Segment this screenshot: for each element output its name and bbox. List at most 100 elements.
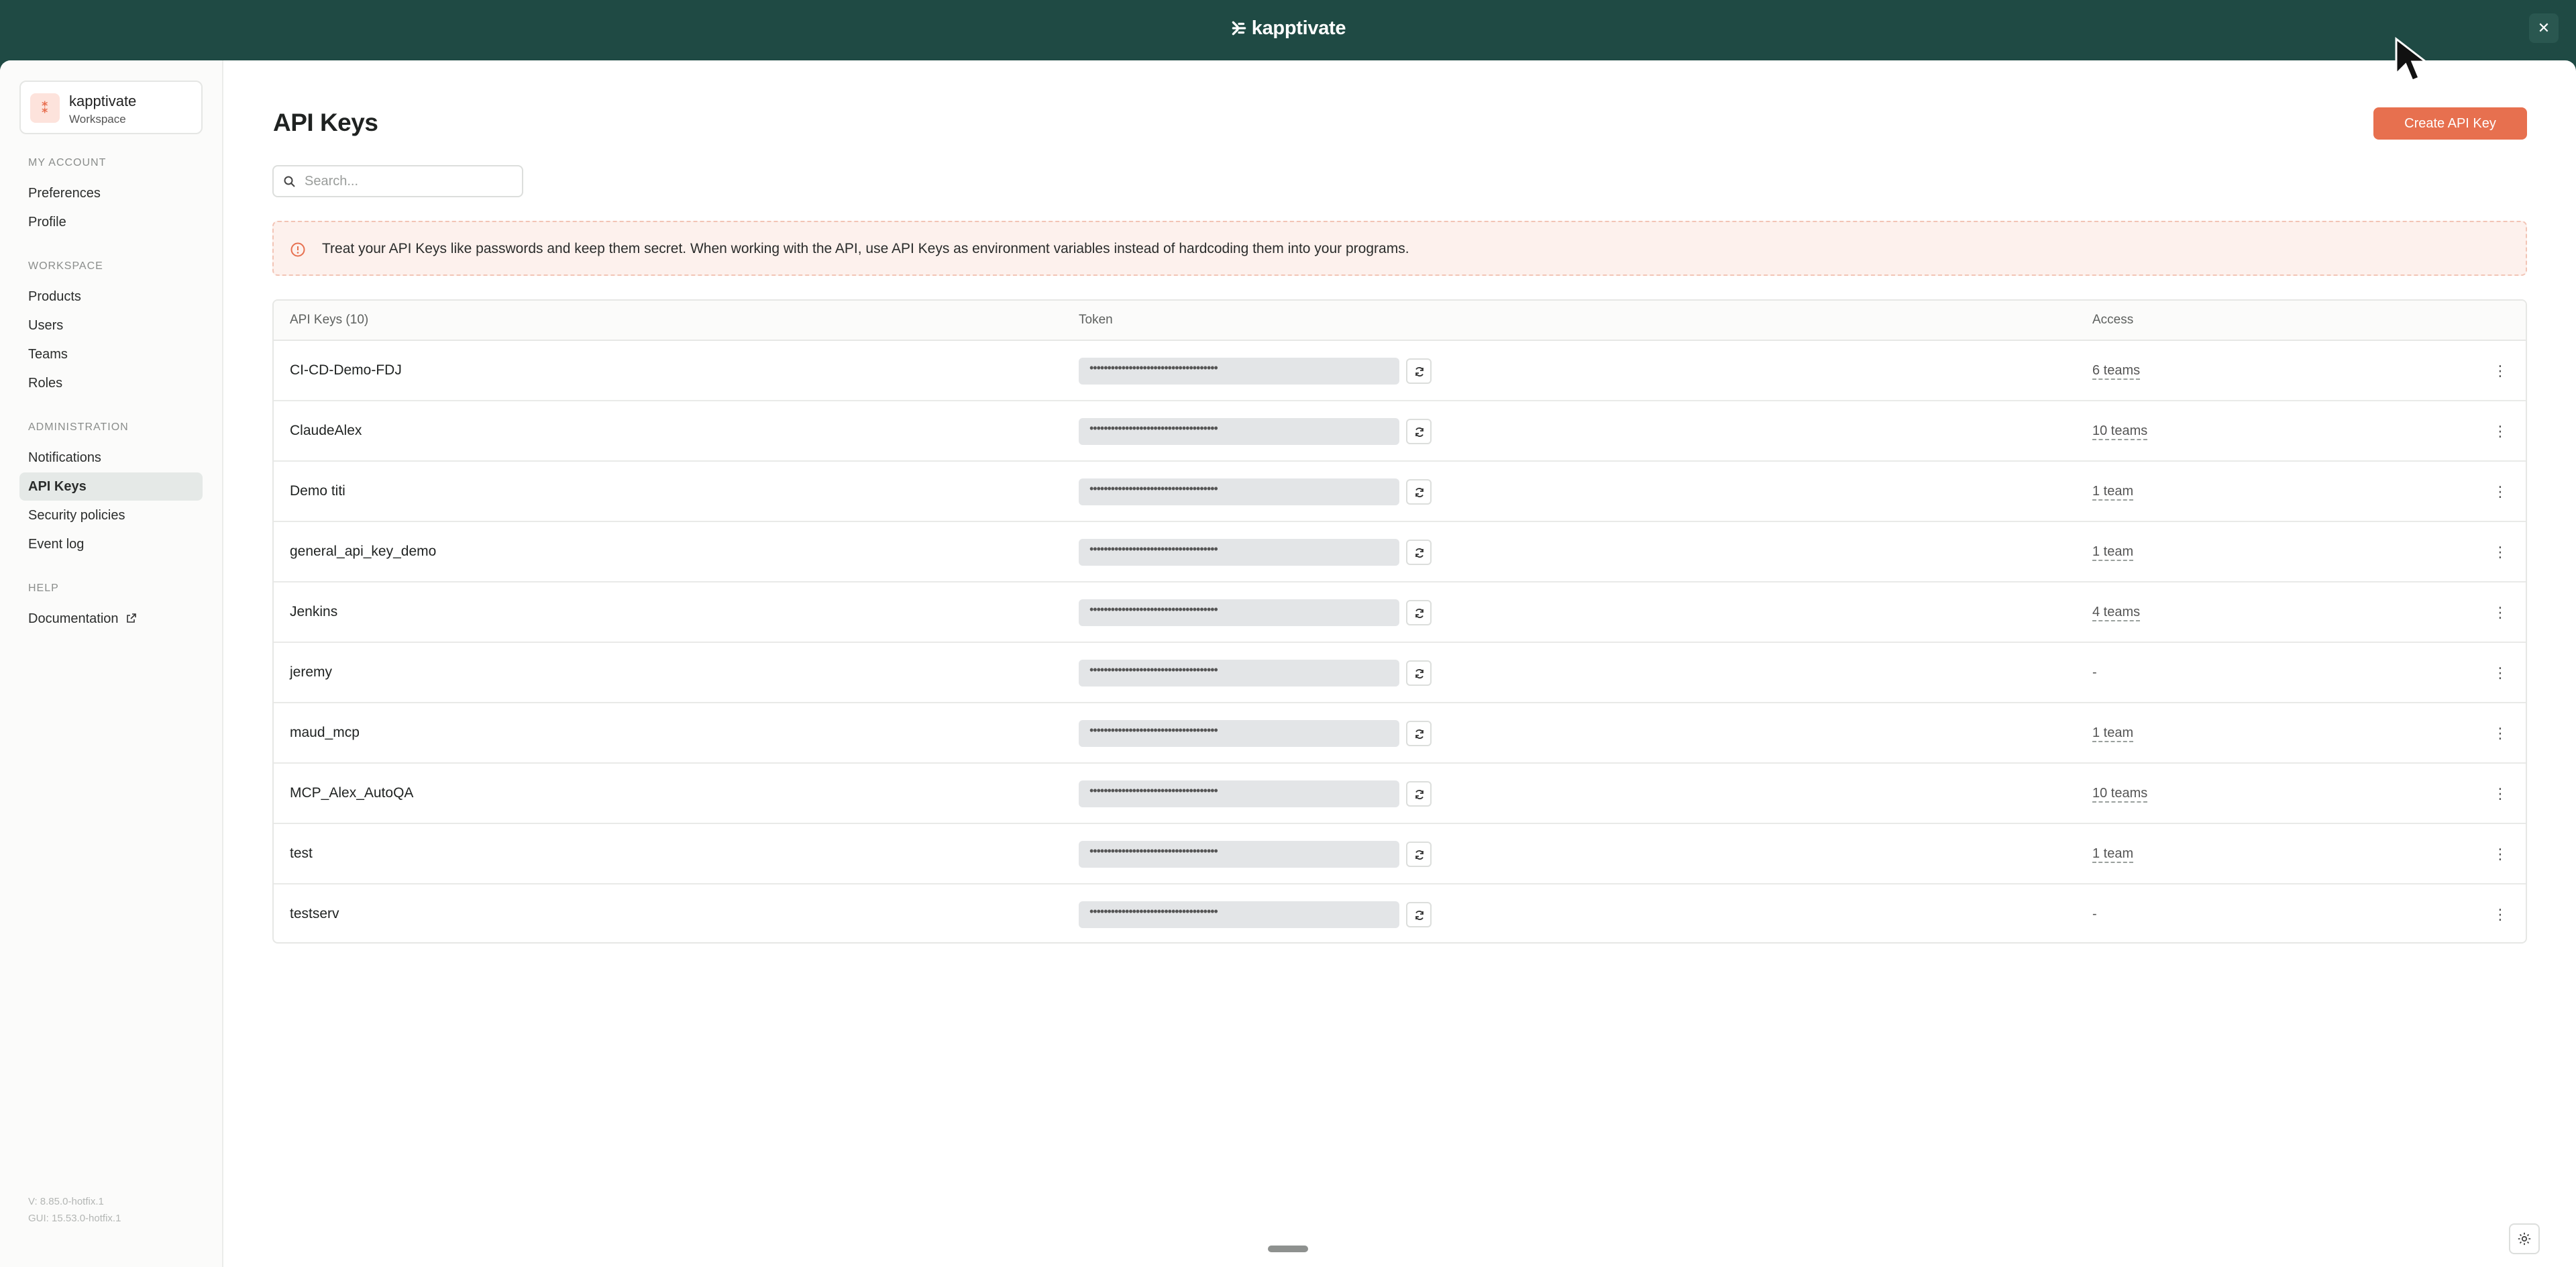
regenerate-token-button[interactable] [1406, 479, 1432, 505]
brand-name: kapptivate [1251, 17, 1346, 39]
settings-window: ⁑ kapptivate Workspace MY ACCOUNT Prefer… [0, 60, 2576, 1267]
search-box[interactable] [272, 165, 523, 197]
sidebar-item-users[interactable]: Users [19, 311, 203, 340]
regenerate-token-button[interactable] [1406, 540, 1432, 565]
token-field[interactable]: •••••••••••••••••••••••••••••••••••• [1079, 780, 1399, 807]
access-teams-link[interactable]: 1 team [2092, 544, 2134, 561]
api-key-name: testserv [290, 906, 339, 921]
brand: kapptivate [0, 17, 2576, 40]
row-actions-menu-button[interactable]: ⋮ [2493, 361, 2508, 381]
table-row[interactable]: jeremy ••••••••••••••••••••••••••••••••••… [274, 643, 2526, 703]
mouse-cursor-icon [2392, 36, 2432, 88]
regenerate-token-button[interactable] [1406, 781, 1432, 807]
masked-token: •••••••••••••••••••••••••••••••••••• [1089, 603, 1218, 616]
token-field[interactable]: •••••••••••••••••••••••••••••••••••• [1079, 720, 1399, 747]
row-actions-menu-button[interactable]: ⋮ [2493, 784, 2508, 804]
masked-token: •••••••••••••••••••••••••••••••••••• [1089, 421, 1218, 435]
token-field[interactable]: •••••••••••••••••••••••••••••••••••• [1079, 418, 1399, 445]
token-field[interactable]: •••••••••••••••••••••••••••••••••••• [1079, 539, 1399, 566]
table-row[interactable]: ClaudeAlex ••••••••••••••••••••••••••••••… [274, 401, 2526, 462]
masked-token: •••••••••••••••••••••••••••••••••••• [1089, 784, 1218, 797]
table-row[interactable]: testserv ••••••••••••••••••••••••••••••••… [274, 884, 2526, 942]
masked-token: •••••••••••••••••••••••••••••••••••• [1089, 723, 1218, 737]
sidebar-item-api-keys[interactable]: API Keys [19, 472, 203, 501]
row-actions-menu-button[interactable]: ⋮ [2493, 603, 2508, 623]
regenerate-token-button[interactable] [1406, 419, 1432, 444]
sidebar-item-teams[interactable]: Teams [19, 340, 203, 368]
regenerate-token-button[interactable] [1406, 842, 1432, 867]
token-field[interactable]: •••••••••••••••••••••••••••••••••••• [1079, 599, 1399, 626]
nav-section-workspace: WORKSPACE [28, 260, 103, 272]
workspace-switcher[interactable]: ⁑ kapptivate Workspace [19, 81, 203, 134]
row-actions-menu-button[interactable]: ⋮ [2493, 844, 2508, 864]
regenerate-token-button[interactable] [1406, 358, 1432, 384]
access-teams-link[interactable]: 10 teams [2092, 423, 2148, 440]
row-actions-menu-button[interactable]: ⋮ [2493, 542, 2508, 562]
sidebar-item-event-log[interactable]: Event log [19, 530, 203, 558]
sidebar-item-preferences[interactable]: Preferences [19, 179, 203, 207]
documentation-label: Documentation [28, 611, 119, 626]
alert-message: Treat your API Keys like passwords and k… [322, 241, 1409, 256]
sidebar-item-profile[interactable]: Profile [19, 208, 203, 236]
token-field[interactable]: •••••••••••••••••••••••••••••••••••• [1079, 660, 1399, 687]
access-teams-link[interactable]: 4 teams [2092, 604, 2141, 621]
masked-token: •••••••••••••••••••••••••••••••••••• [1089, 361, 1218, 374]
nav-section-my-account: MY ACCOUNT [28, 157, 107, 168]
close-button[interactable]: ✕ [2529, 13, 2559, 43]
row-actions-menu-button[interactable]: ⋮ [2493, 421, 2508, 442]
token-field[interactable]: •••••••••••••••••••••••••••••••••••• [1079, 358, 1399, 385]
kebab-menu-icon: ⋮ [2493, 604, 2508, 621]
regenerate-token-button[interactable] [1406, 721, 1432, 746]
token-field[interactable]: •••••••••••••••••••••••••••••••••••• [1079, 478, 1399, 505]
nav-section-help: HELP [28, 582, 59, 594]
workspace-name: kapptivate [69, 93, 137, 109]
kebab-menu-icon: ⋮ [2493, 906, 2508, 923]
sidebar-item-security-policies[interactable]: Security policies [19, 501, 203, 529]
sidebar-item-roles[interactable]: Roles [19, 369, 203, 397]
sidebar-item-notifications[interactable]: Notifications [19, 444, 203, 472]
masked-token: •••••••••••••••••••••••••••••••••••• [1089, 482, 1218, 495]
api-key-name: general_api_key_demo [290, 544, 437, 559]
table-row[interactable]: general_api_key_demo ••••••••••••••••••••… [274, 522, 2526, 582]
table-row[interactable]: Jenkins •••••••••••••••••••••••••••••••••… [274, 582, 2526, 643]
api-key-name: jeremy [290, 664, 333, 680]
sidebar-item-documentation[interactable]: Documentation [19, 605, 203, 633]
api-key-name: Demo titi [290, 483, 345, 499]
external-link-icon [126, 605, 137, 634]
table-row[interactable]: maud_mcp ••••••••••••••••••••••••••••••••… [274, 703, 2526, 764]
create-api-key-button[interactable]: Create API Key [2373, 107, 2527, 140]
gui-version: GUI: 15.53.0-hotfix.1 [28, 1213, 121, 1224]
row-actions-menu-button[interactable]: ⋮ [2493, 723, 2508, 744]
access-teams-link[interactable]: 1 team [2092, 483, 2134, 501]
access-teams-link[interactable]: 1 team [2092, 846, 2134, 863]
token-field[interactable]: •••••••••••••••••••••••••••••••••••• [1079, 841, 1399, 868]
token-field[interactable]: •••••••••••••••••••••••••••••••••••• [1079, 901, 1399, 928]
top-bar: kapptivate ✕ [0, 0, 2576, 60]
workspace-logo-icon: ⁑ [30, 93, 60, 123]
row-actions-menu-button[interactable]: ⋮ [2493, 905, 2508, 925]
regenerate-token-button[interactable] [1406, 600, 1432, 625]
kapptivate-logo-icon [1230, 18, 1248, 40]
search-input[interactable] [305, 172, 513, 191]
table-row[interactable]: Demo titi •••••••••••••••••••••••••••••••… [274, 462, 2526, 522]
regenerate-token-button[interactable] [1406, 660, 1432, 686]
settings-button[interactable] [2509, 1223, 2540, 1254]
masked-token: •••••••••••••••••••••••••••••••••••• [1089, 844, 1218, 858]
resize-handle[interactable] [1268, 1246, 1308, 1252]
api-key-name: ClaudeAlex [290, 423, 362, 438]
close-icon: ✕ [2537, 19, 2551, 36]
access-teams-link[interactable]: 10 teams [2092, 785, 2148, 803]
sidebar-item-products[interactable]: Products [19, 283, 203, 311]
access-teams-link: - [2092, 665, 2097, 680]
api-keys-table: API Keys (10) Token Access CI-CD-Demo-FD… [272, 299, 2527, 944]
kebab-menu-icon: ⋮ [2493, 664, 2508, 681]
table-row[interactable]: MCP_Alex_AutoQA •••••••••••••••••••••••••… [274, 764, 2526, 824]
row-actions-menu-button[interactable]: ⋮ [2493, 482, 2508, 502]
table-row[interactable]: test ••••••••••••••••••••••••••••••••••••… [274, 824, 2526, 884]
access-teams-link[interactable]: 6 teams [2092, 362, 2141, 380]
kebab-menu-icon: ⋮ [2493, 785, 2508, 802]
row-actions-menu-button[interactable]: ⋮ [2493, 663, 2508, 683]
regenerate-token-button[interactable] [1406, 902, 1432, 927]
table-row[interactable]: CI-CD-Demo-FDJ ••••••••••••••••••••••••••… [274, 341, 2526, 401]
access-teams-link[interactable]: 1 team [2092, 725, 2134, 742]
